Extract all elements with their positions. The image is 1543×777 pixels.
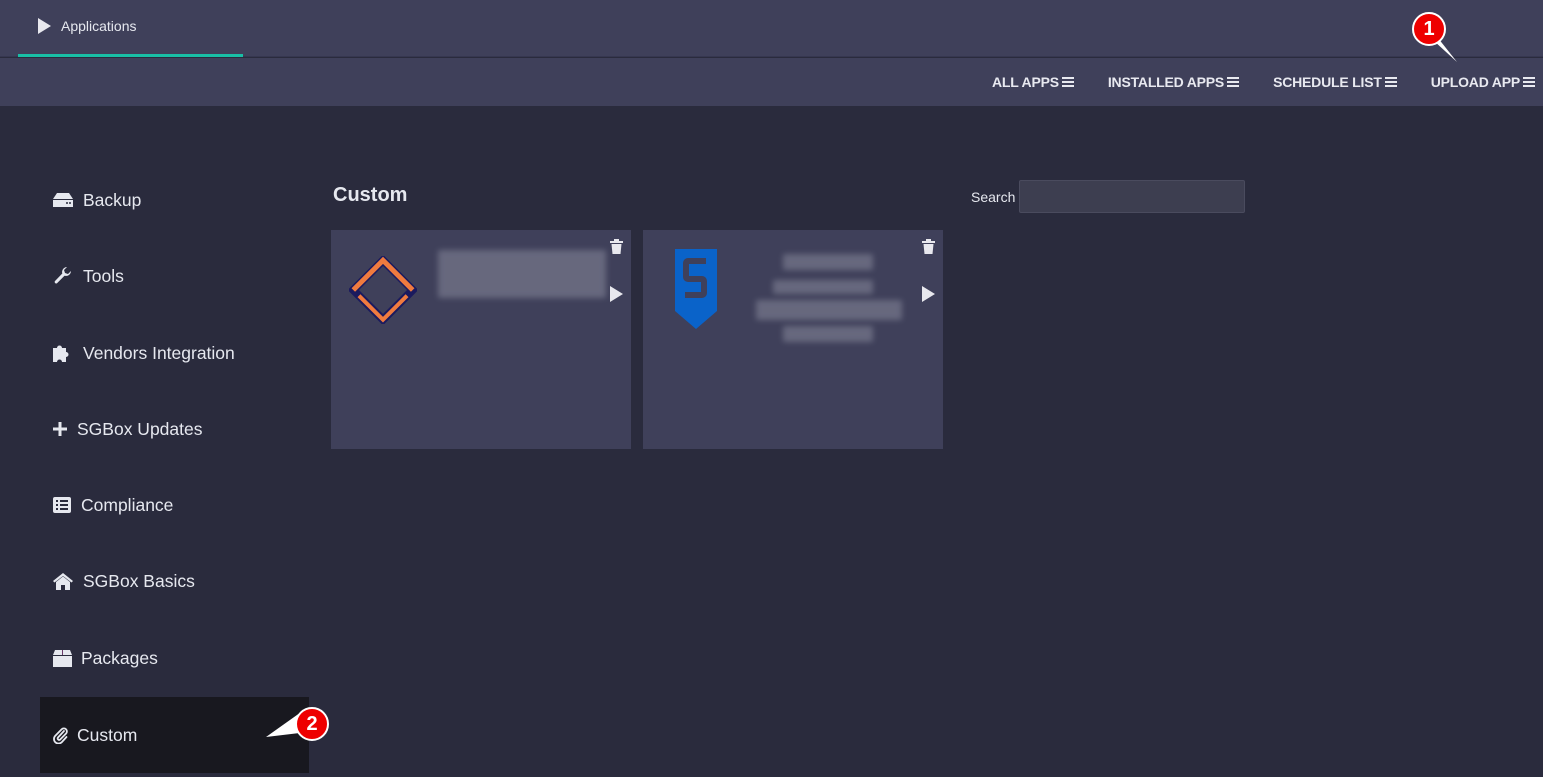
trash-icon [922,239,935,254]
all-apps-label: ALL APPS [992,74,1059,90]
diamond-logo-icon [347,254,419,329]
menu-icon [1227,77,1240,87]
page-title: Custom [333,184,408,206]
schedule-list-label: SCHEDULE LIST [1273,74,1382,90]
delete-app-button[interactable] [922,239,935,259]
search-label: Search [971,188,1016,205]
run-app-button[interactable] [922,286,935,302]
list-icon [52,496,72,514]
shield-s-logo-icon [675,249,717,334]
sidebar-item-label: SGBox Basics [83,570,195,591]
sidebar-item-label: Compliance [81,494,174,515]
upload-app-label: UPLOAD APP [1430,74,1520,90]
sidebar-item-label: Backup [83,189,142,210]
trash-icon [610,239,623,254]
app-card[interactable] [331,230,631,449]
box-icon [52,649,72,667]
play-icon [38,18,51,34]
sidebar-item-packages[interactable]: Packages [40,620,309,696]
app-description-blurred [783,326,873,342]
search-box: Search [971,180,1246,213]
sidebar-item-sgbox-basics[interactable]: SGBox Basics [40,543,309,619]
delete-app-button[interactable] [610,239,623,259]
puzzle-icon [52,344,74,362]
plus-icon [52,420,68,438]
app-description-blurred [773,280,873,294]
hdd-icon [52,191,74,209]
menu-icon [1523,77,1535,87]
sidebar-item-label: Packages [81,647,158,668]
menu-icon [1384,77,1397,87]
paperclip-icon [52,726,68,744]
sidebar-item-label: SGBox Updates [77,418,203,439]
sidebar-item-label: Custom [77,724,138,745]
sidebar-item-backup[interactable]: Backup [40,162,309,238]
app-description-blurred [438,250,606,298]
app-card[interactable] [643,230,943,449]
all-apps-button[interactable]: ALL APPS [992,74,1074,90]
sidebar-item-label: Vendors Integration [83,342,235,363]
sidebar-item-tools[interactable]: Tools [40,238,309,314]
annotation-badge: 1 [1412,12,1446,46]
run-app-button[interactable] [610,286,623,302]
schedule-list-button[interactable]: SCHEDULE LIST [1273,74,1397,90]
top-bar: Applications [0,0,1543,57]
sidebar-item-compliance[interactable]: Compliance [40,467,309,543]
sub-navigation-bar: ALL APPS INSTALLED APPS SCHEDULE LIST UP… [0,58,1543,106]
tab-applications-label: Applications [61,18,137,34]
wrench-icon [52,267,74,285]
tab-applications[interactable]: Applications [18,0,243,57]
sidebar-item-label: Tools [83,265,124,286]
app-title-blurred [783,254,873,270]
installed-apps-button[interactable]: INSTALLED APPS [1107,74,1240,90]
upload-app-button[interactable]: UPLOAD APP [1431,74,1535,90]
installed-apps-label: INSTALLED APPS [1107,74,1225,90]
sidebar-item-vendors-integration[interactable]: Vendors Integration [40,315,309,391]
search-input[interactable] [1019,180,1246,213]
annotation-badge: 2 [295,707,329,741]
menu-icon [1061,77,1074,87]
home-icon [52,572,74,590]
sidebar-item-sgbox-updates[interactable]: SGBox Updates [40,391,309,467]
app-description-blurred [756,300,902,320]
